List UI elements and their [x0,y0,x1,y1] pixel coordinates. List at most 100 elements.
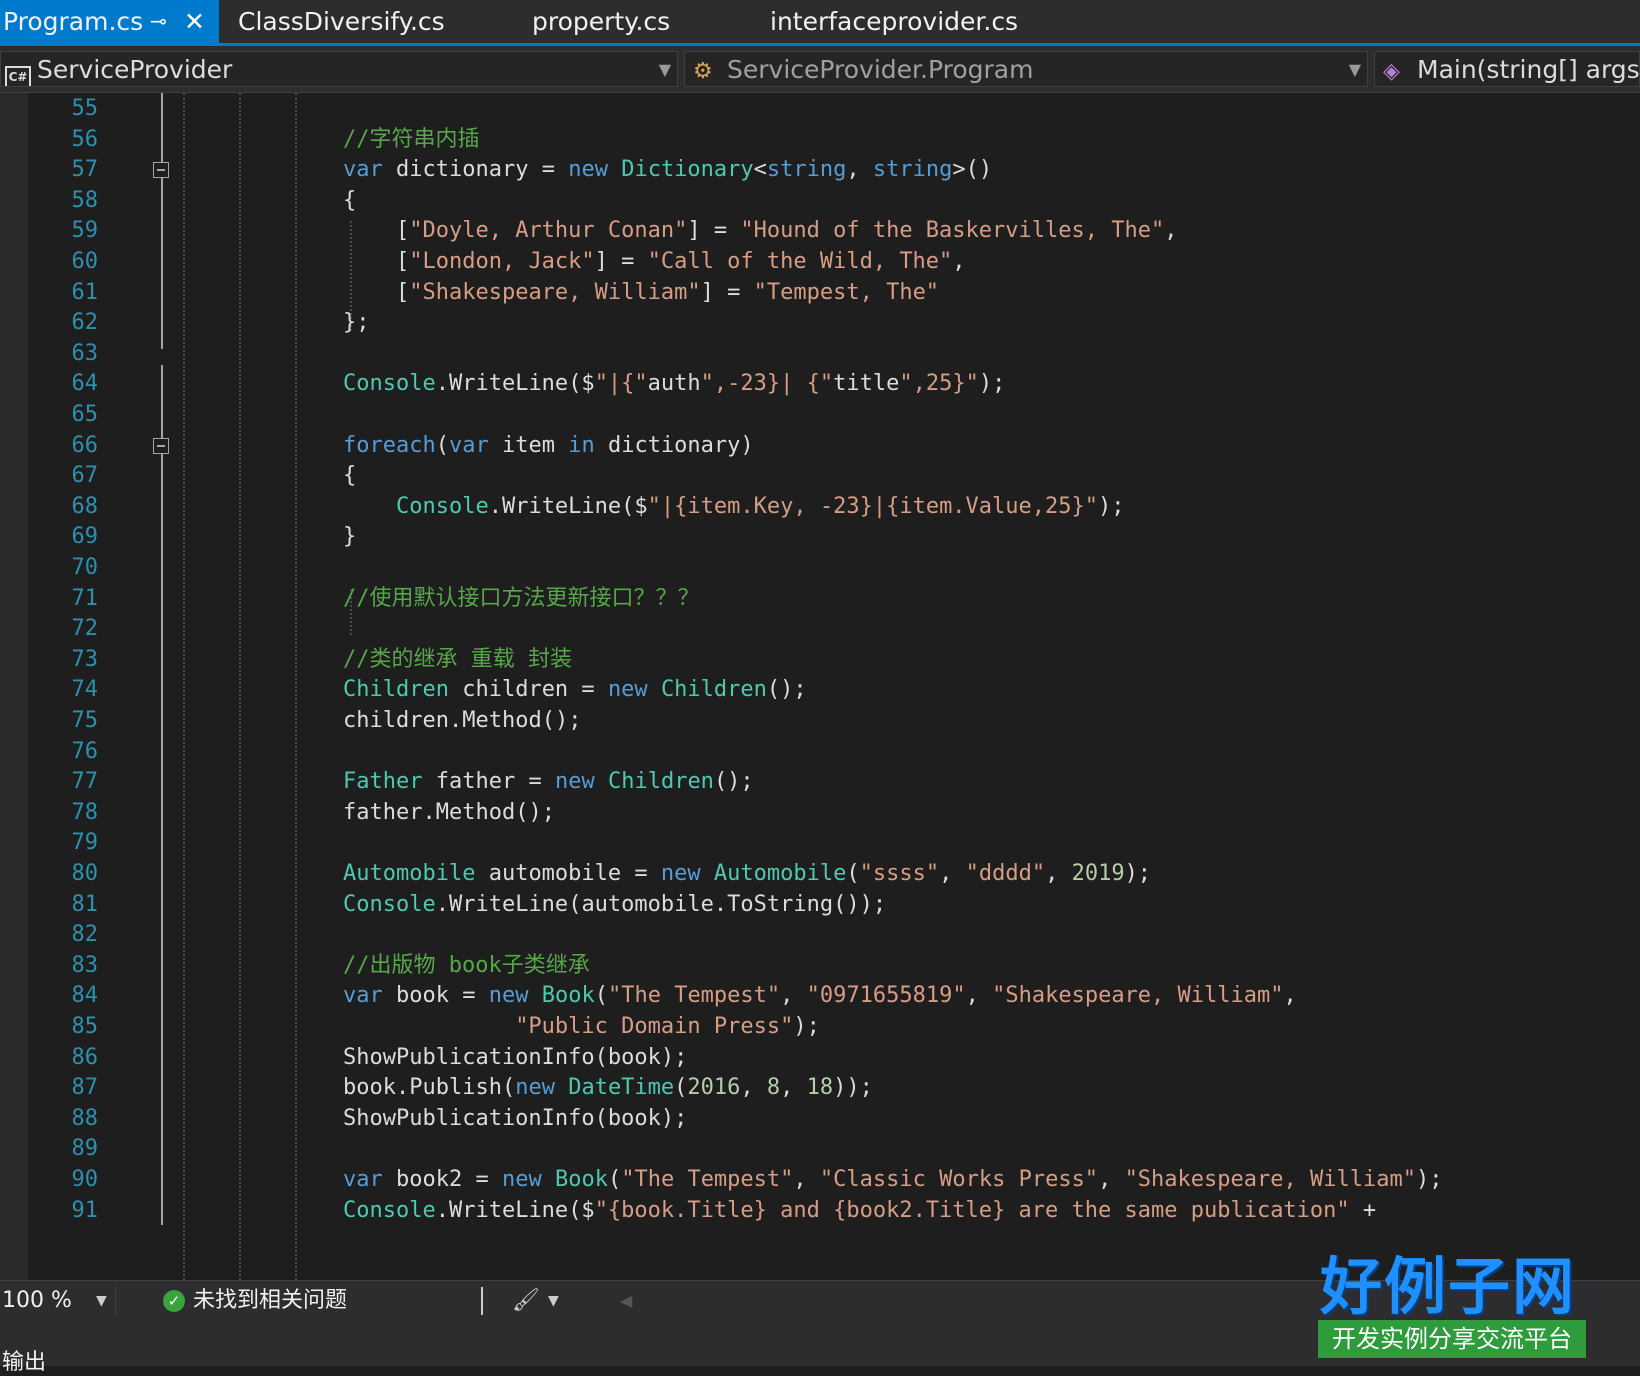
code-line[interactable]: 73 //类的继承 重载 封装 [0,644,1640,676]
tab-program-cs[interactable]: Program.cs ⊸ ✕ [0,0,219,43]
code-line[interactable]: 83 //出版物 book子类继承 [0,950,1640,982]
line-number: 63 [71,340,99,366]
code-line[interactable]: 64 Console.WriteLine($"|{"auth",-23}| {"t… [0,368,1640,400]
code-line[interactable]: 75 children.Method(); [0,705,1640,737]
code-line[interactable]: 89 [0,1133,1640,1165]
class-name: ServiceProvider.Program [727,55,1034,84]
code-text: "Public Domain Press"); [515,1014,820,1039]
code-text: } [343,524,357,550]
code-line[interactable]: 70 [0,552,1640,584]
divider [481,1287,483,1315]
tab-interfaceprovider-cs[interactable]: interfaceprovider.cs [770,0,1018,43]
code-line[interactable]: 90 var book2 = new Book("The Tempest", "C… [0,1164,1640,1196]
code-text: Console.WriteLine($"|{"auth",-23}| {"tit… [343,371,1006,397]
output-panel-title: 输出 [2,1350,47,1375]
code-line[interactable]: 61 ["Shakespeare, William"] = "Tempest, … [0,277,1640,309]
code-line[interactable]: 80 Automobile automobile = new Automobile… [0,858,1640,890]
code-line[interactable]: 87 book.Publish(new DateTime(2016, 8, 18)… [0,1072,1640,1104]
issues-status[interactable]: 未找到相关问题 [193,1281,347,1321]
code-text: ShowPublicationInfo(book); [343,1044,688,1070]
code-line[interactable]: 58 { [0,185,1640,217]
check-circle-icon: ✓ [163,1290,185,1312]
code-line[interactable]: 72 [0,613,1640,645]
code-text: var dictionary = new Dictionary<string, … [343,157,993,183]
member-dropdown[interactable]: ◈ Main(string[] args) [1374,51,1640,87]
code-line[interactable]: 86 ShowPublicationInfo(book); [0,1042,1640,1074]
line-number: 58 [71,187,99,213]
line-number: 60 [71,249,99,274]
code-line[interactable]: 59 ["Doyle, Arthur Conan"] = "Hound of t… [0,215,1640,247]
collapse-icon[interactable] [153,162,169,179]
chevron-down-icon[interactable]: ▼ [548,1281,559,1321]
line-number: 59 [71,218,99,244]
code-line[interactable]: 68 Console.WriteLine($"|{item.Key, -23}|… [0,491,1640,523]
class-dropdown[interactable]: ⚙ ServiceProvider.Program ▼ [684,51,1368,87]
code-text: Automobile automobile = new Automobile("… [343,861,1152,886]
navigation-bar: C# ServiceProvider ▼ ⚙ ServiceProvider.Pro… [0,46,1640,93]
line-number: 71 [71,585,99,611]
code-line[interactable]: 79 [0,827,1640,859]
horizontal-scroll-left-icon[interactable]: ◀ [620,1281,632,1321]
code-line[interactable]: 56 //字符串内插 [0,124,1640,156]
line-number: 90 [71,1167,99,1192]
zoom-level[interactable]: 100 % [2,1281,72,1321]
project-dropdown[interactable]: C# ServiceProvider ▼ [0,51,678,87]
code-text: children.Method(); [343,708,582,733]
code-line[interactable]: 57 var dictionary = new Dictionary<string… [0,154,1640,186]
code-line[interactable]: 60 ["London, Jack"] = "Call of the Wild,… [0,246,1640,278]
line-number: 80 [71,861,99,886]
code-line[interactable]: 82 [0,919,1640,951]
code-line[interactable]: 63 [0,338,1640,370]
line-number: 79 [71,830,99,856]
line-number: 76 [71,738,99,764]
code-text: //类的继承 重载 封装 [343,646,572,672]
code-line[interactable]: 65 [0,399,1640,431]
code-line[interactable]: 81 Console.WriteLine(automobile.ToString(… [0,889,1640,921]
code-line[interactable]: 88 ShowPublicationInfo(book); [0,1103,1640,1135]
code-line[interactable]: 84 var book = new Book("The Tempest", "09… [0,980,1640,1012]
code-line[interactable]: 67 { [0,460,1640,492]
code-line[interactable]: 78 father.Method(); [0,797,1640,829]
code-text: ["Doyle, Arthur Conan"] = "Hound of the … [343,218,1178,244]
code-text: Console.WriteLine($"{book.Title} and {bo… [343,1197,1377,1223]
code-text: var book2 = new Book("The Tempest", "Cla… [343,1167,1443,1192]
line-number: 66 [71,432,99,458]
chevron-down-icon[interactable]: ▼ [96,1281,107,1321]
line-number: 64 [71,371,99,397]
close-icon[interactable]: ✕ [184,0,205,43]
line-number: 91 [71,1197,99,1223]
code-cleanup-icon[interactable]: 🖌 [512,1281,540,1321]
code-text: ["London, Jack"] = "Call of the Wild, Th… [343,249,966,274]
code-line[interactable]: 91 Console.WriteLine($"{book.Title} and {… [0,1195,1640,1227]
code-text: }; [343,310,370,336]
code-line[interactable]: 55 [0,93,1640,125]
csharp-project-icon: C# [5,66,31,86]
tab-classdiversify-cs[interactable]: ClassDiversify.cs [238,0,445,43]
code-line[interactable]: 71 //使用默认接口方法更新接口？？？ [0,583,1640,615]
line-number: 86 [71,1044,99,1070]
code-line[interactable]: 76 [0,736,1640,768]
code-line[interactable]: 66 foreach(var item in dictionary) [0,430,1640,462]
line-number: 55 [71,96,99,121]
code-line[interactable]: 77 Father father = new Children(); [0,766,1640,798]
code-text: ShowPublicationInfo(book); [343,1105,688,1131]
tab-property-cs[interactable]: property.cs [532,0,670,43]
code-text: foreach(var item in dictionary) [343,432,754,458]
code-line[interactable]: 74 Children children = new Children(); [0,674,1640,706]
line-number: 74 [71,677,99,703]
code-editor[interactable]: 55 56 //字符串内插 57 var dictionary = new Dictio… [0,93,1640,1280]
code-text: { [343,187,357,213]
code-text: book.Publish(new DateTime(2016, 8, 18)); [343,1075,873,1101]
code-text: { [343,463,357,489]
tab-label: property.cs [532,7,671,36]
chevron-down-icon: ▼ [658,60,671,79]
collapse-icon[interactable] [153,437,169,454]
code-line[interactable]: 62}; [0,307,1640,339]
code-text: Father father = new Children(); [343,769,754,795]
tab-label: ClassDiversify.cs [238,7,445,36]
line-number: 89 [71,1136,99,1162]
code-line[interactable]: 69} [0,521,1640,553]
pin-icon[interactable]: ⊸ [150,0,167,43]
code-line[interactable]: 85 "Public Domain Press"); [0,1011,1640,1043]
code-text: ["Shakespeare, William"] = "Tempest, The… [343,279,940,305]
